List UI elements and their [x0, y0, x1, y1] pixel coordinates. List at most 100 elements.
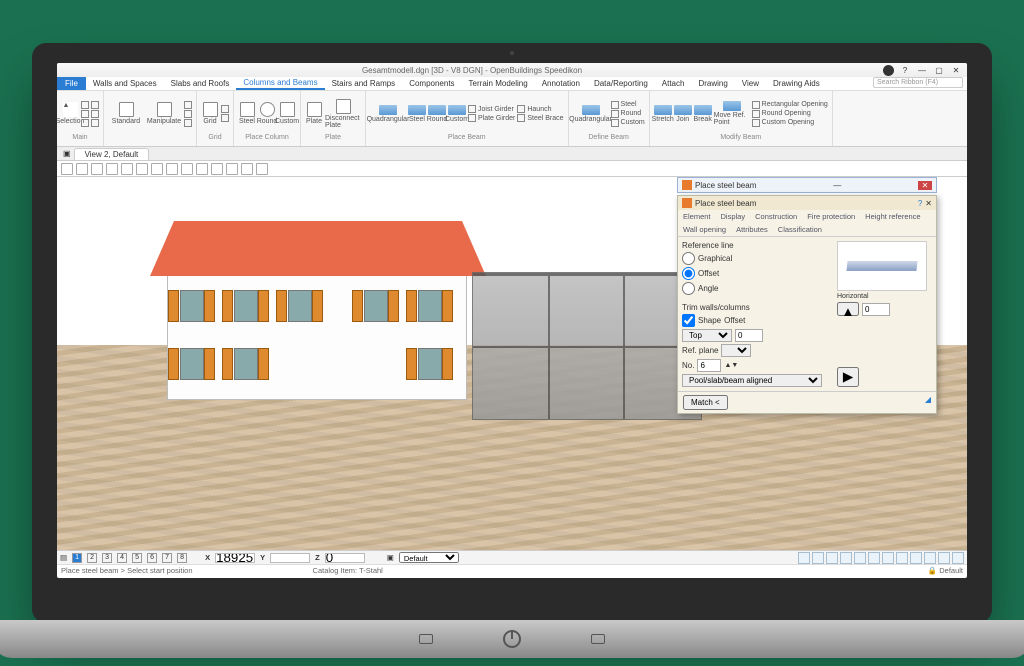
- tab-slabs[interactable]: Slabs and Roofs: [164, 77, 237, 90]
- tab-components[interactable]: Components: [402, 77, 461, 90]
- tool[interactable]: [221, 105, 229, 113]
- tool-settings-titlebar[interactable]: Place steel beam — ✕: [677, 177, 937, 193]
- tab-attach[interactable]: Attach: [655, 77, 692, 90]
- view-tool[interactable]: [151, 163, 163, 175]
- panel-help-icon[interactable]: ?: [918, 199, 922, 208]
- tab-aids[interactable]: Drawing Aids: [766, 77, 827, 90]
- user-icon[interactable]: [883, 65, 894, 76]
- view-tool[interactable]: [256, 163, 268, 175]
- disconnect-plate[interactable]: Disconnect Plate: [325, 99, 361, 129]
- viewnum-5[interactable]: 5: [132, 553, 142, 563]
- ptab-construction[interactable]: Construction: [750, 210, 802, 223]
- file-tab[interactable]: File: [57, 77, 86, 90]
- view-tool[interactable]: [226, 163, 238, 175]
- mode-select[interactable]: Default: [399, 552, 459, 563]
- tool[interactable]: [81, 110, 89, 118]
- plate-girder[interactable]: Plate Girder: [468, 114, 515, 122]
- snap-icon[interactable]: [798, 552, 810, 564]
- horiz-offset[interactable]: [862, 303, 890, 316]
- snap-icon[interactable]: [882, 552, 894, 564]
- beam-round[interactable]: Round: [428, 99, 446, 129]
- snap-icon[interactable]: [868, 552, 880, 564]
- apply-button[interactable]: ▶: [837, 367, 859, 387]
- stretch-button[interactable]: Stretch: [654, 99, 672, 129]
- beam-quadrangular[interactable]: Quadrangular: [370, 99, 406, 129]
- ptab-element[interactable]: Element: [678, 210, 716, 223]
- define-round[interactable]: Round: [611, 110, 645, 118]
- mode-icon[interactable]: ▣: [387, 553, 394, 562]
- viewnum-2[interactable]: 2: [87, 553, 97, 563]
- ptab-attr[interactable]: Attributes: [731, 223, 773, 236]
- close-icon[interactable]: ✕: [918, 181, 932, 190]
- tab-view[interactable]: View: [735, 77, 766, 90]
- tab-drawing[interactable]: Drawing: [691, 77, 734, 90]
- corner-icon[interactable]: ◢: [925, 395, 931, 410]
- ptab-wall[interactable]: Wall opening: [678, 223, 731, 236]
- rect-opening[interactable]: Rectangular Opening: [752, 101, 828, 109]
- col-steel[interactable]: Steel: [238, 99, 256, 129]
- match-button[interactable]: Match <: [683, 395, 728, 410]
- tool[interactable]: [81, 101, 89, 109]
- viewnum-8[interactable]: 8: [177, 553, 187, 563]
- tab-data[interactable]: Data/Reporting: [587, 77, 655, 90]
- ptab-class[interactable]: Classification: [773, 223, 827, 236]
- offset-input[interactable]: [735, 329, 763, 342]
- snap-icon[interactable]: [812, 552, 824, 564]
- minimize-button[interactable]: —: [915, 66, 929, 75]
- manipulate-button[interactable]: Manipulate: [146, 99, 182, 129]
- tool[interactable]: [184, 110, 192, 118]
- panel-close-icon[interactable]: ✕: [925, 199, 932, 208]
- beam-steel[interactable]: Steel: [408, 99, 426, 129]
- custom-opening[interactable]: Custom Opening: [752, 119, 828, 127]
- round-opening[interactable]: Round Opening: [752, 110, 828, 118]
- ref-graphical[interactable]: [682, 252, 695, 265]
- view-tool[interactable]: [241, 163, 253, 175]
- snap-icon[interactable]: [840, 552, 852, 564]
- refplane-select[interactable]: [721, 344, 751, 357]
- view-tool[interactable]: [76, 163, 88, 175]
- grid-button[interactable]: Grid: [201, 99, 219, 129]
- snap-icon[interactable]: [896, 552, 908, 564]
- tab-columns-beams[interactable]: Columns and Beams: [236, 77, 324, 90]
- beam-custom[interactable]: Custom: [448, 99, 466, 129]
- tab-annotation[interactable]: Annotation: [535, 77, 587, 90]
- align-button[interactable]: ▲: [837, 302, 859, 316]
- view-tool[interactable]: [196, 163, 208, 175]
- view-tool[interactable]: [211, 163, 223, 175]
- define-steel[interactable]: Steel: [611, 101, 645, 109]
- viewnum-4[interactable]: 4: [117, 553, 127, 563]
- tool[interactable]: [221, 114, 229, 122]
- view-tab-close-icon[interactable]: ▣: [63, 149, 71, 158]
- shape-check[interactable]: [682, 314, 695, 327]
- view-tool[interactable]: [181, 163, 193, 175]
- col-round[interactable]: Round: [258, 99, 276, 129]
- coord-y[interactable]: [270, 553, 310, 563]
- define-custom[interactable]: Custom: [611, 119, 645, 127]
- ptab-height[interactable]: Height reference: [860, 210, 925, 223]
- view-tab[interactable]: View 2, Default: [74, 148, 150, 160]
- viewnum-3[interactable]: 3: [102, 553, 112, 563]
- assembly-select[interactable]: Pool/slab/beam aligned: [682, 374, 822, 387]
- search-ribbon[interactable]: Search Ribbon (F4): [873, 77, 963, 88]
- close-button[interactable]: ✕: [949, 66, 963, 75]
- no-input[interactable]: [697, 359, 721, 372]
- viewport-3d[interactable]: Place steel beam — ✕ Place steel beam ? …: [57, 177, 967, 550]
- col-custom[interactable]: Custom: [278, 99, 296, 129]
- tool[interactable]: [91, 110, 99, 118]
- snap-icon[interactable]: [854, 552, 866, 564]
- joist-girder[interactable]: Joist Girder: [468, 105, 515, 113]
- min-icon[interactable]: —: [833, 181, 841, 190]
- tool[interactable]: [91, 119, 99, 127]
- view-tool[interactable]: [61, 163, 73, 175]
- ptab-fire[interactable]: Fire protection: [802, 210, 860, 223]
- ref-angle[interactable]: [682, 282, 695, 295]
- define-quadrangular[interactable]: Quadrangular: [573, 99, 609, 129]
- maximize-button[interactable]: ▢: [932, 66, 946, 75]
- viewnum-6[interactable]: 6: [147, 553, 157, 563]
- view-tool[interactable]: [136, 163, 148, 175]
- coord-z[interactable]: [325, 553, 365, 563]
- steel-brace[interactable]: Steel Brace: [517, 114, 563, 122]
- tool[interactable]: [184, 101, 192, 109]
- view-tool[interactable]: [106, 163, 118, 175]
- plate-button[interactable]: Plate: [305, 99, 323, 129]
